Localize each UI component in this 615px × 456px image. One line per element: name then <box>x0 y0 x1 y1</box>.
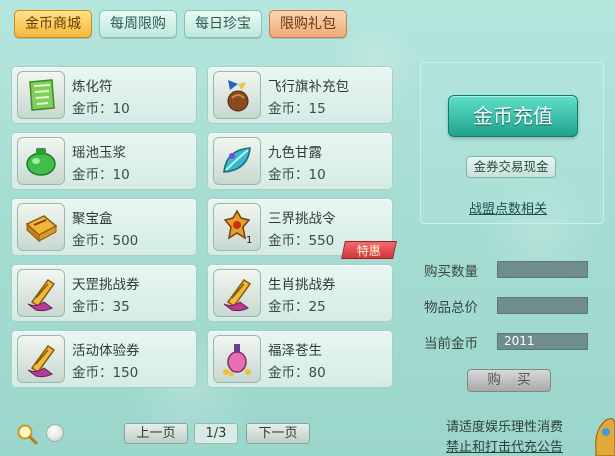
moderate-spending-notice: 请适度娱乐理性消费 <box>446 420 564 435</box>
item-card[interactable]: 飞行旗补充包 金币：15 <box>207 66 393 124</box>
item-card[interactable]: 福泽苍生 金币：80 <box>207 330 393 388</box>
current-gold-label: 当前金币 <box>424 336 478 352</box>
magnifier-icon[interactable] <box>16 423 38 445</box>
item-name: 活动体验券 <box>72 343 140 359</box>
tab-bar: 金币商城 每周限购 每日珍宝 限购礼包 <box>14 10 347 38</box>
quantity-input[interactable] <box>497 261 588 278</box>
item-name: 三界挑战令 <box>268 211 336 227</box>
anti-proxy-recharge-link[interactable]: 禁止和打击代充公告 <box>446 436 563 455</box>
special-offer-label: 特惠 <box>356 244 381 258</box>
voucher-exchange-button[interactable]: 金券交易现金 <box>466 156 556 178</box>
shop-panel: 金币商城 每周限购 每日珍宝 限购礼包 炼化符 金币：10 飞行旗补充包 金币：… <box>0 0 615 456</box>
item-price: 金币：25 <box>268 299 326 315</box>
item-name: 福泽苍生 <box>268 343 322 359</box>
special-offer-badge: 特惠 <box>341 241 397 259</box>
scroll-icon <box>17 335 65 383</box>
item-grid: 炼化符 金币：10 飞行旗补充包 金币：15 瑶池玉浆 金币：10 九色甘露 金… <box>11 66 397 392</box>
item-price: 金币：10 <box>268 167 326 183</box>
tab-gold-shop[interactable]: 金币商城 <box>14 10 92 38</box>
item-card[interactable]: 聚宝盒 金币：500 <box>11 198 197 256</box>
treasure-box-icon <box>17 203 65 251</box>
item-card[interactable]: 天罡挑战券 金币：35 <box>11 264 197 322</box>
item-price: 金币：150 <box>72 365 139 381</box>
buy-button[interactable]: 购 买 <box>467 369 551 392</box>
scroll-icon <box>213 269 261 317</box>
item-name: 生肖挑战券 <box>268 277 336 293</box>
item-card[interactable]: 炼化符 金币：10 <box>11 66 197 124</box>
item-card[interactable]: 生肖挑战券 金币：25 <box>207 264 393 322</box>
flag-pack-icon <box>213 71 261 119</box>
item-card[interactable]: 瑶池玉浆 金币：10 <box>11 132 197 190</box>
corner-ornament-icon <box>592 410 615 456</box>
item-price: 金币：10 <box>72 101 130 117</box>
challenge-token-icon <box>213 203 261 251</box>
alliance-points-link[interactable]: 战盟点数相关 <box>469 198 547 217</box>
total-price-label: 物品总价 <box>424 300 478 316</box>
page-indicator: 1/3 <box>194 423 238 444</box>
item-price: 金币：80 <box>268 365 326 381</box>
tab-daily-treasure[interactable]: 每日珍宝 <box>184 10 262 38</box>
item-name: 天罡挑战券 <box>72 277 140 293</box>
item-card[interactable]: 九色甘露 金币：10 <box>207 132 393 190</box>
item-card[interactable]: 活动体验券 金币：150 <box>11 330 197 388</box>
item-name: 飞行旗补充包 <box>268 79 349 95</box>
scroll-icon <box>17 269 65 317</box>
dew-leaf-icon <box>213 137 261 185</box>
pink-vase-icon <box>213 335 261 383</box>
item-price: 金币：500 <box>72 233 139 249</box>
next-page-button[interactable]: 下一页 <box>246 423 310 444</box>
talisman-icon <box>17 71 65 119</box>
item-price: 金币：550 <box>268 233 335 249</box>
prev-page-button[interactable]: 上一页 <box>124 423 188 444</box>
item-price: 金币：15 <box>268 101 326 117</box>
quantity-label: 购买数量 <box>424 264 478 280</box>
jade-potion-icon <box>17 137 65 185</box>
toggle-button[interactable] <box>46 424 64 442</box>
item-name: 炼化符 <box>72 79 113 95</box>
item-name: 聚宝盒 <box>72 211 113 227</box>
item-price: 金币：35 <box>72 299 130 315</box>
item-name: 瑶池玉浆 <box>72 145 126 161</box>
total-price-field <box>497 297 588 314</box>
tab-weekly-limited[interactable]: 每周限购 <box>99 10 177 38</box>
current-gold-field: 2011 <box>497 333 588 350</box>
item-name: 九色甘露 <box>268 145 322 161</box>
item-price: 金币：10 <box>72 167 130 183</box>
gold-recharge-button[interactable]: 金币充值 <box>448 95 578 137</box>
tab-limited-gift-pack[interactable]: 限购礼包 <box>269 10 347 38</box>
item-card[interactable]: 1 三界挑战令 金币：550 特惠 <box>207 198 397 259</box>
item-count: 1 <box>246 235 253 246</box>
